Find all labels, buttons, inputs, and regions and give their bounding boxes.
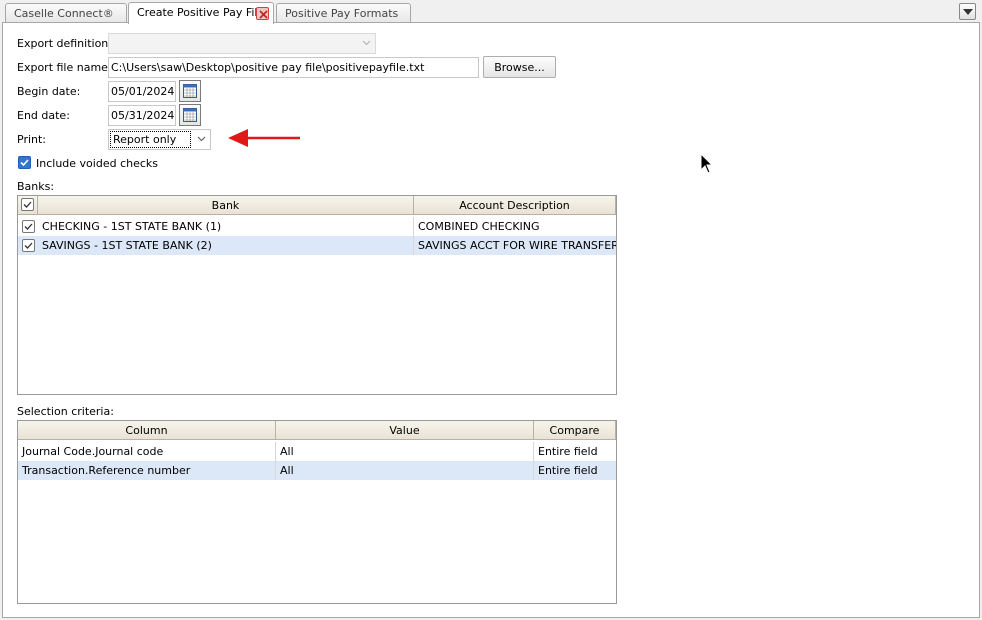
print-selected-value: Report only xyxy=(110,131,191,148)
tab-label: Caselle Connect® xyxy=(14,7,114,20)
banks-grid: Bank Account Description CHECKING - 1ST … xyxy=(17,195,617,395)
row-checkbox[interactable] xyxy=(22,220,35,233)
export-file-input[interactable]: C:\Users\saw\Desktop\positive pay file\p… xyxy=(108,57,479,78)
row-checkbox[interactable] xyxy=(22,239,35,252)
close-tab-icon[interactable] xyxy=(256,7,269,20)
chevron-down-icon xyxy=(197,136,206,142)
table-row[interactable]: SAVINGS - 1ST STATE BANK (2) SAVINGS ACC… xyxy=(18,236,616,255)
end-date-calendar-button[interactable] xyxy=(179,104,201,126)
end-date-input[interactable]: 05/31/2024 xyxy=(108,105,176,126)
value-cell: All xyxy=(276,442,534,461)
annotation-arrow-icon xyxy=(228,129,300,147)
column-header-value[interactable]: Value xyxy=(276,421,534,440)
selection-criteria-label: Selection criteria: xyxy=(17,405,114,418)
tab-list-dropdown-button[interactable] xyxy=(959,3,976,20)
column-header-bank[interactable]: Bank xyxy=(38,196,414,215)
select-all-checkbox[interactable] xyxy=(21,198,34,211)
select-all-header[interactable] xyxy=(18,196,38,215)
tab-create-positive-pay-file[interactable]: Create Positive Pay File xyxy=(128,2,274,24)
chevron-down-icon xyxy=(362,40,371,46)
checkmark-icon xyxy=(20,159,29,167)
table-row[interactable]: CHECKING - 1ST STATE BANK (1) COMBINED C… xyxy=(18,217,616,236)
calendar-icon xyxy=(183,108,197,122)
browse-button-label: Browse... xyxy=(494,61,545,74)
checkmark-icon xyxy=(23,201,32,208)
export-file-value: C:\Users\saw\Desktop\positive pay file\p… xyxy=(111,61,425,74)
selection-grid-header: Column Value Compare xyxy=(18,421,616,440)
tab-positive-pay-formats[interactable]: Positive Pay Formats xyxy=(276,3,411,23)
calendar-icon xyxy=(183,84,197,98)
export-definition-label: Export definition: xyxy=(17,37,112,50)
tab-label: Create Positive Pay File xyxy=(137,6,265,19)
begin-date-label: Begin date: xyxy=(17,85,81,98)
column-header-column[interactable]: Column xyxy=(18,421,276,440)
end-date-label: End date: xyxy=(17,109,70,122)
browse-button[interactable]: Browse... xyxy=(483,56,556,78)
bank-cell: CHECKING - 1ST STATE BANK (1) xyxy=(38,217,414,236)
checkmark-icon xyxy=(24,223,33,230)
banks-label: Banks: xyxy=(17,180,55,193)
banks-grid-header: Bank Account Description xyxy=(18,196,616,215)
column-header-account-description[interactable]: Account Description xyxy=(414,196,616,215)
selection-criteria-grid: Column Value Compare Journal Code.Journa… xyxy=(17,420,617,604)
table-row[interactable]: Transaction.Reference number All Entire … xyxy=(18,461,616,480)
mouse-cursor-icon xyxy=(700,153,714,174)
chevron-down-icon xyxy=(963,9,973,15)
print-select[interactable]: Report only xyxy=(108,129,211,150)
include-voided-checkbox[interactable] xyxy=(18,156,31,169)
export-definition-select[interactable] xyxy=(108,33,376,54)
tab-caselle-connect[interactable]: Caselle Connect® xyxy=(5,3,127,23)
main-panel: Export definition: Export file name: C:\… xyxy=(2,22,980,618)
column-header-compare[interactable]: Compare xyxy=(534,421,616,440)
column-cell: Journal Code.Journal code xyxy=(18,442,276,461)
print-label: Print: xyxy=(17,133,47,146)
value-cell: All xyxy=(276,461,534,480)
end-date-value: 05/31/2024 xyxy=(111,109,175,122)
compare-cell: Entire field xyxy=(538,464,598,477)
begin-date-value: 05/01/2024 xyxy=(111,85,175,98)
table-row[interactable]: Journal Code.Journal code All Entire fie… xyxy=(18,442,616,461)
checkmark-icon xyxy=(24,242,33,249)
begin-date-input[interactable]: 05/01/2024 xyxy=(108,81,176,102)
compare-cell: Entire field xyxy=(538,445,598,458)
bank-cell: SAVINGS - 1ST STATE BANK (2) xyxy=(38,236,414,255)
column-cell: Transaction.Reference number xyxy=(18,461,276,480)
include-voided-label: Include voided checks xyxy=(36,157,158,170)
begin-date-calendar-button[interactable] xyxy=(179,80,201,102)
tab-bar: Caselle Connect® Create Positive Pay Fil… xyxy=(0,0,982,24)
export-file-label: Export file name: xyxy=(17,61,112,74)
account-description-cell: SAVINGS ACCT FOR WIRE TRANSFER xyxy=(418,239,616,252)
tab-label: Positive Pay Formats xyxy=(285,7,399,20)
account-description-cell: COMBINED CHECKING xyxy=(418,220,540,233)
